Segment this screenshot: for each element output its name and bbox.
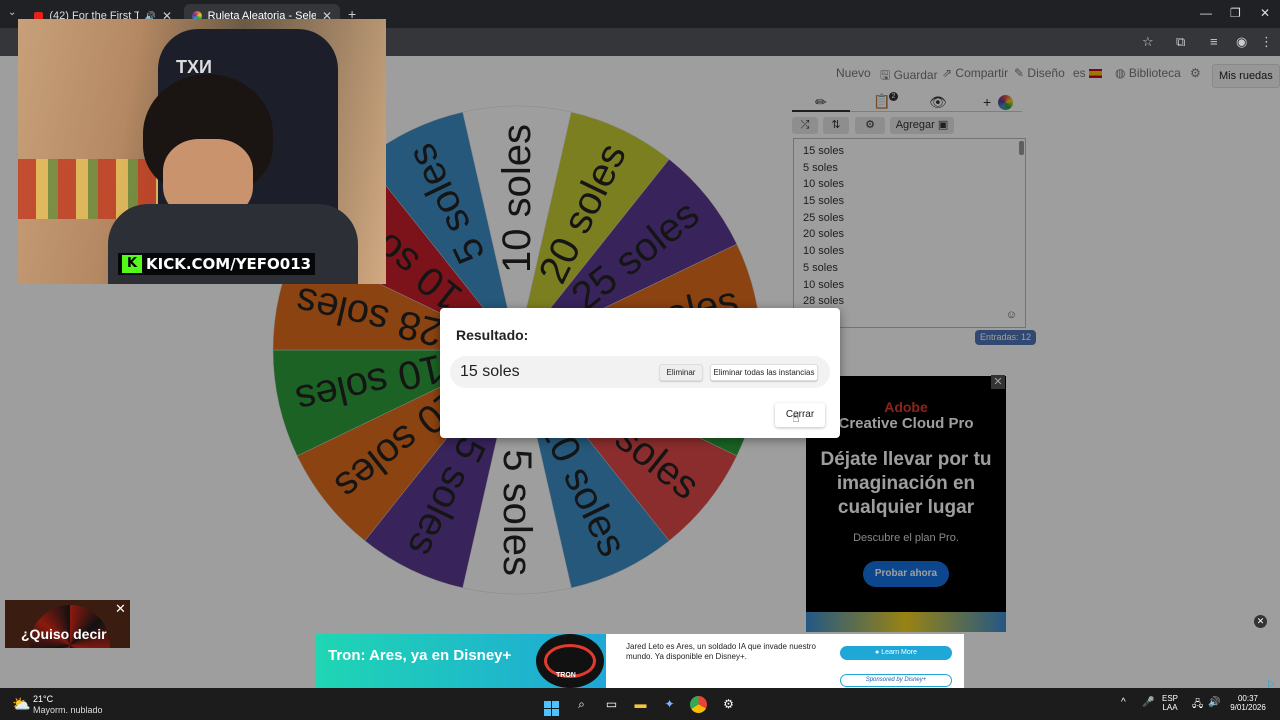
clock-date: 9/01/2026	[1230, 703, 1266, 712]
webcam-overlay: TXИ K KICK.COM/YEFO013	[18, 19, 386, 284]
cerrar-button[interactable]: Cerrar	[775, 403, 825, 427]
close-window-icon[interactable]: ✕	[1260, 6, 1270, 20]
mouse-cursor-icon: ☝	[792, 410, 800, 425]
roulette-text: ¿Quiso decir	[21, 626, 107, 642]
copilot-icon[interactable]: ✦	[661, 696, 678, 713]
weather-desc[interactable]: Mayorm. nublado	[33, 705, 103, 715]
clock[interactable]: 00:37 9/01/2026	[1228, 694, 1268, 712]
disney-ad[interactable]: Tron: Ares, ya en Disney+ TRON Jared Let…	[316, 634, 964, 688]
disney-description: Jared Leto es Ares, un soldado IA que in…	[626, 642, 816, 661]
search-icon[interactable]: ⌕	[573, 696, 590, 713]
network-icon[interactable]: 🖧	[1192, 697, 1203, 714]
settings-app-icon[interactable]: ⚙	[720, 696, 737, 713]
learn-more-button[interactable]: ● Learn More	[840, 646, 952, 660]
tron-poster: TRON	[536, 634, 604, 688]
minimize-icon[interactable]: —	[1200, 6, 1212, 20]
menu-icon[interactable]: ⋮	[1260, 34, 1273, 50]
lang-line1: ESP	[1162, 694, 1179, 703]
result-value: 15 soles	[460, 363, 520, 380]
weather-temp[interactable]: 21°C	[33, 694, 53, 704]
taskbar: ⛅ 21°C Mayorm. nublado ⌕ ▭ ▬ ✦ ⚙ ^ 🎤 ESP…	[0, 688, 1280, 720]
file-explorer-icon[interactable]: ▬	[632, 696, 649, 713]
reading-list-icon[interactable]: ≡	[1210, 34, 1218, 49]
chrome-icon[interactable]	[690, 696, 707, 713]
language-indicator[interactable]: ESP LAA	[1162, 694, 1178, 712]
disney-banner: Tron: Ares, ya en Disney+ TRON	[316, 634, 606, 688]
kick-logo-icon: K	[122, 255, 142, 273]
volume-icon[interactable]: 🔊	[1208, 697, 1220, 708]
learn-more-label: Learn More	[881, 649, 917, 656]
kick-url: KICK.COM/YEFO013	[146, 255, 312, 273]
weather-icon[interactable]: ⛅	[12, 695, 31, 713]
lang-line2: LAA	[1162, 703, 1178, 712]
result-modal: Resultado: 15 soles Eliminar Eliminar to…	[440, 308, 840, 438]
info-icon: ●	[875, 649, 880, 656]
bookmark-star-icon[interactable]: ☆	[1142, 34, 1154, 50]
ad-close-icon[interactable]: ✕	[1254, 615, 1267, 628]
roulette-popup[interactable]: ¿Quiso decir ✕	[5, 600, 130, 648]
task-view-icon[interactable]: ▭	[603, 696, 620, 713]
windows-start-icon[interactable]	[543, 696, 560, 716]
popup-close-icon[interactable]: ✕	[115, 601, 126, 617]
restore-icon[interactable]: ❐	[1230, 6, 1241, 20]
kick-banner: K KICK.COM/YEFO013	[118, 253, 316, 275]
modal-title: Resultado:	[456, 327, 529, 343]
sponsored-label[interactable]: Sponsored by Disney+	[840, 674, 952, 687]
poster-text: TRON	[556, 672, 576, 679]
extensions-icon[interactable]: ⧉	[1176, 34, 1185, 50]
disney-title: Tron: Ares, ya en Disney+	[328, 647, 512, 664]
clock-time: 00:37	[1237, 694, 1259, 703]
result-row: 15 soles Eliminar Eliminar todas las ins…	[450, 356, 830, 388]
tab-list-icon[interactable]: ⌄	[8, 7, 16, 18]
tray-chevron-icon[interactable]: ^	[1121, 697, 1126, 708]
eliminar-button[interactable]: Eliminar	[659, 364, 703, 381]
eliminar-todas-button[interactable]: Eliminar todas las instancias	[710, 364, 818, 381]
profile-icon[interactable]: ◉	[1236, 34, 1247, 50]
microphone-icon[interactable]: 🎤	[1142, 697, 1154, 708]
